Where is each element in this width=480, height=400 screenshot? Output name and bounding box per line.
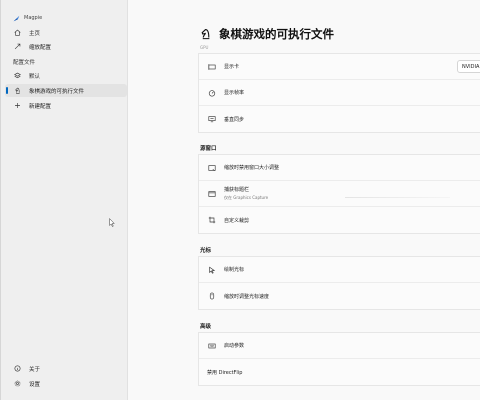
sidebar-item-label: 默认 bbox=[29, 73, 41, 80]
keyboard-icon bbox=[207, 341, 217, 351]
info-icon bbox=[10, 365, 24, 372]
gpu-settings-card: 显示卡 NVIDIA 显示帧率 垂直同步 bbox=[198, 53, 480, 133]
loading-indicator bbox=[345, 197, 450, 198]
capture-titlebar-row[interactable]: 捕获标题栏 仅在 Graphics Capture bbox=[199, 181, 480, 207]
draw-cursor-row[interactable]: 绘制光标 bbox=[199, 257, 480, 283]
graphics-card-row[interactable]: 显示卡 NVIDIA bbox=[199, 54, 480, 80]
sidebar: Magpie 主页 缩放配置 配置文件 默认 象棋游戏的可执行文件 新建配置 关… bbox=[1, 0, 128, 400]
app-title: Magpie bbox=[24, 15, 43, 21]
sidebar-item-label: 关于 bbox=[29, 366, 41, 373]
sidebar-item-label: 新建配置 bbox=[29, 103, 52, 110]
row-text: 捕获标题栏 仅在 Graphics Capture bbox=[224, 186, 268, 201]
scale-arrow-icon bbox=[10, 43, 24, 50]
row-label: 显示卡 bbox=[224, 64, 240, 70]
launch-parameters-row[interactable]: 启动参数 bbox=[199, 333, 480, 359]
row-label: 显示帧率 bbox=[224, 90, 245, 96]
sidebar-item-label: 象棋游戏的可执行文件 bbox=[29, 88, 85, 95]
cursor-section-label: 光标 bbox=[200, 248, 212, 254]
row-description: 仅在 Graphics Capture bbox=[224, 195, 269, 200]
row-label: 绘制光标 bbox=[224, 267, 245, 273]
advanced-settings-card: 启动参数 禁用 DirectFlip bbox=[198, 332, 480, 386]
sidebar-item-default-profile[interactable]: 默认 bbox=[5, 69, 127, 82]
sidebar-item-chess-profile[interactable]: 象棋游戏的可执行文件 bbox=[5, 84, 127, 97]
main-content: 象棋游戏的可执行文件 GPU 显示卡 NVIDIA 显示帧率 垂直同步 源窗口 … bbox=[128, 0, 480, 400]
sidebar-item-scaling[interactable]: 缩放配置 bbox=[5, 40, 127, 53]
page-header: 象棋游戏的可执行文件 bbox=[200, 26, 334, 42]
vsync-row[interactable]: 垂直同步 bbox=[199, 106, 480, 132]
sidebar-item-settings[interactable]: 设置 bbox=[5, 377, 127, 390]
layers-icon bbox=[10, 72, 24, 79]
new-profile-button[interactable]: 新建配置 bbox=[5, 99, 127, 112]
row-label: 自定义裁剪 bbox=[224, 217, 250, 224]
row-label: 捕获标题栏 bbox=[224, 187, 250, 193]
mouse-pointer-icon bbox=[109, 218, 115, 227]
chess-knight-icon bbox=[10, 87, 24, 94]
cursor-draw-icon bbox=[207, 265, 217, 275]
selection-indicator bbox=[6, 87, 8, 94]
show-fps-row[interactable]: 显示帧率 bbox=[199, 80, 480, 106]
monitor-sync-icon bbox=[207, 114, 217, 124]
speedometer-icon bbox=[207, 88, 217, 98]
sidebar-item-label: 缩放配置 bbox=[29, 44, 52, 51]
graphics-card-dropdown[interactable]: NVIDIA bbox=[457, 60, 480, 73]
custom-crop-row[interactable]: 自定义裁剪 bbox=[199, 207, 480, 233]
row-label: 禁用 DirectFlip bbox=[207, 369, 243, 376]
crop-icon bbox=[207, 215, 217, 225]
source-window-section-label: 源窗口 bbox=[200, 146, 217, 152]
titlebar-icon bbox=[207, 189, 217, 199]
sidebar-item-label: 主页 bbox=[29, 30, 41, 37]
window-resize-icon bbox=[207, 163, 217, 173]
gear-icon bbox=[10, 380, 24, 387]
adjust-cursor-speed-row[interactable]: 缩放时调整光标速度 bbox=[199, 283, 480, 309]
row-label: 缩放时禁用窗口大小调整 bbox=[224, 165, 280, 171]
advanced-section-label: 高级 bbox=[200, 324, 212, 330]
source-window-card: 缩放时禁用窗口大小调整 捕获标题栏 仅在 Graphics Capture 自定… bbox=[198, 154, 480, 234]
chess-knight-icon bbox=[201, 29, 210, 40]
mouse-icon bbox=[207, 291, 217, 301]
sidebar-item-about[interactable]: 关于 bbox=[5, 362, 127, 375]
row-label: 垂直同步 bbox=[224, 116, 245, 123]
cursor-settings-card: 绘制光标 缩放时调整光标速度 bbox=[198, 256, 480, 310]
app-title-bar: Magpie bbox=[13, 13, 42, 23]
row-label: 缩放时调整光标速度 bbox=[224, 293, 270, 300]
row-label: 启动参数 bbox=[224, 343, 245, 349]
gpu-section-label: GPU bbox=[200, 45, 209, 50]
display-card-icon bbox=[207, 62, 217, 72]
disable-resize-row[interactable]: 缩放时禁用窗口大小调整 bbox=[199, 155, 480, 181]
page-title: 象棋游戏的可执行文件 bbox=[219, 27, 334, 41]
profiles-section-label: 配置文件 bbox=[13, 60, 36, 66]
sidebar-item-home[interactable]: 主页 bbox=[5, 26, 127, 39]
home-icon bbox=[10, 29, 24, 36]
app-window: Magpie 主页 缩放配置 配置文件 默认 象棋游戏的可执行文件 新建配置 关… bbox=[0, 0, 480, 400]
sidebar-item-label: 设置 bbox=[29, 381, 41, 388]
plus-icon bbox=[10, 102, 24, 109]
disable-directflip-row[interactable]: 禁用 DirectFlip bbox=[199, 359, 480, 385]
magpie-logo-icon bbox=[13, 15, 20, 21]
